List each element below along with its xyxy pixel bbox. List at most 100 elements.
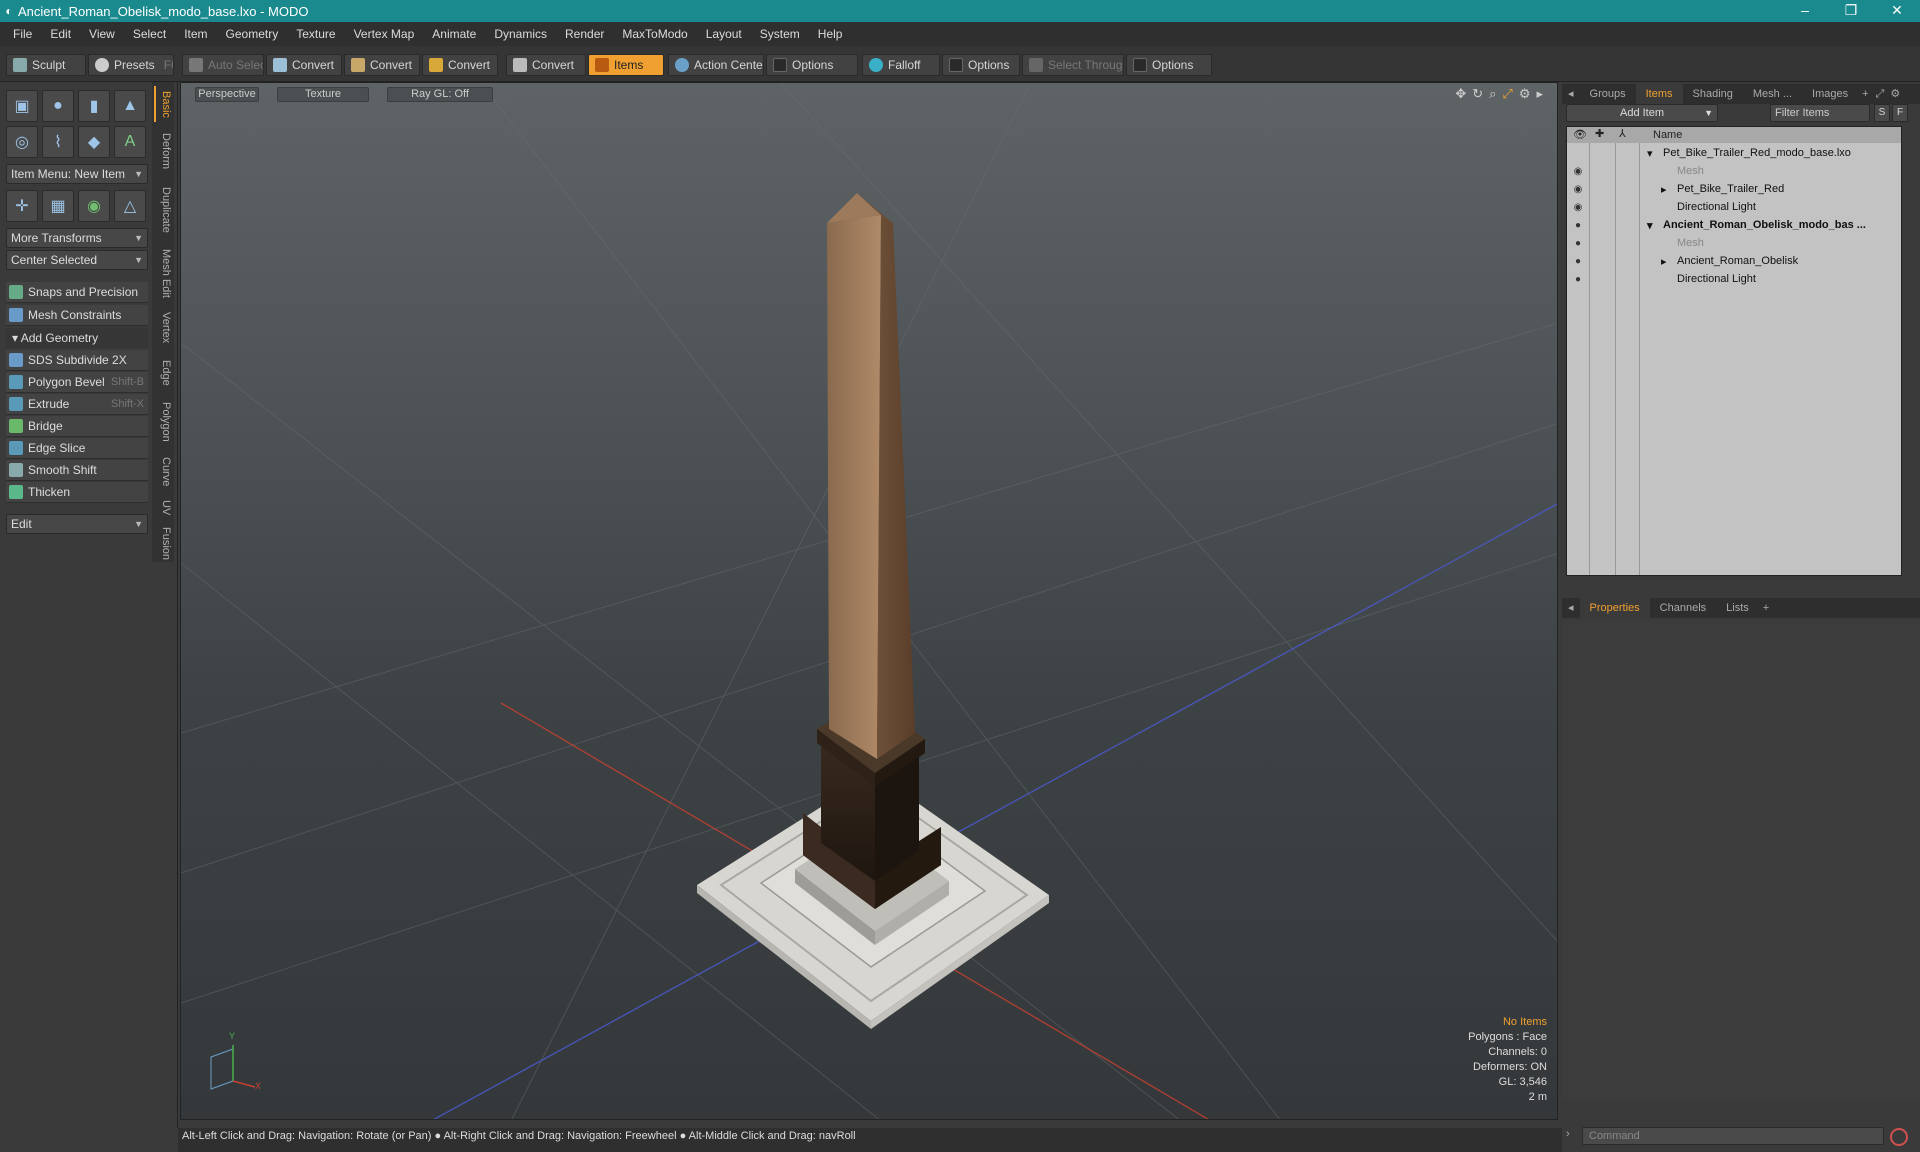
raygl-button[interactable]: Ray GL: Off: [387, 87, 493, 102]
tree-row-light2[interactable]: ● Directional Light: [1567, 270, 1901, 288]
move-icon[interactable]: ✥: [1455, 86, 1466, 102]
menu-layout[interactable]: Layout: [697, 22, 751, 46]
falloff-button[interactable]: Falloff: [862, 54, 940, 76]
expand-icon[interactable]: ▸: [1661, 183, 1667, 196]
auto-select-button[interactable]: Auto Select: [182, 54, 264, 76]
record-icon[interactable]: [1890, 1128, 1908, 1146]
3d-viewport[interactable]: Perspective Texture Ray GL: Off ✥ ↻ ⌕ ⤢ …: [180, 82, 1558, 1120]
convert-button-3[interactable]: Convert: [422, 54, 498, 76]
tab-fusion[interactable]: Fusion: [154, 524, 172, 564]
tab-images[interactable]: Images: [1802, 84, 1858, 104]
zoom-icon[interactable]: ⌕: [1489, 86, 1496, 102]
maximize-icon[interactable]: ⤢: [1873, 84, 1888, 104]
perspective-button[interactable]: Perspective: [195, 87, 259, 102]
extrude-button[interactable]: Extrude Shift-X: [6, 394, 148, 415]
tab-uv[interactable]: UV: [154, 496, 172, 520]
tree-row-mesh2[interactable]: ● Mesh: [1567, 234, 1901, 252]
bridge-button[interactable]: Bridge: [6, 416, 148, 437]
globe-icon[interactable]: ◉: [78, 190, 110, 222]
tree-row-light1[interactable]: ◉ Directional Light: [1567, 198, 1901, 216]
tree-row-mesh1[interactable]: ◉ Mesh: [1567, 162, 1901, 180]
texture-button[interactable]: Texture: [277, 87, 369, 102]
sds-subdivide-button[interactable]: SDS Subdivide 2X: [6, 350, 148, 371]
name-header[interactable]: Name: [1653, 129, 1682, 141]
polygon-bevel-button[interactable]: Polygon Bevel Shift-B: [6, 372, 148, 393]
cone-icon[interactable]: ▲: [114, 90, 146, 122]
torus-icon[interactable]: ◎: [6, 126, 38, 158]
menu-item[interactable]: Item: [175, 22, 216, 46]
text-icon[interactable]: A: [114, 126, 146, 158]
tab-duplicate[interactable]: Duplicate: [154, 180, 172, 240]
minimize-icon[interactable]: –: [1782, 0, 1828, 22]
filter-items-input[interactable]: Filter Items: [1770, 104, 1870, 122]
tab-channels[interactable]: Channels: [1650, 598, 1716, 618]
smooth-shift-button[interactable]: Smooth Shift: [6, 460, 148, 481]
tab-groups[interactable]: Groups: [1580, 84, 1636, 104]
add-geometry-section[interactable]: ▾ Add Geometry: [6, 328, 148, 348]
tab-items[interactable]: Items: [1635, 84, 1683, 104]
chevron-right-icon[interactable]: ▸: [1536, 86, 1543, 102]
mesh-constraints-button[interactable]: Mesh Constraints: [6, 305, 148, 326]
tree-row-scene2[interactable]: ● ▾ Ancient_Roman_Obelisk_modo_bas ...: [1567, 216, 1901, 234]
rotate-icon[interactable]: ↻: [1472, 86, 1483, 102]
tab-mesh-edit[interactable]: Mesh Edit: [154, 244, 172, 302]
menu-help[interactable]: Help: [809, 22, 852, 46]
tab-vertex[interactable]: Vertex: [154, 306, 172, 350]
tab-polygon[interactable]: Polygon: [154, 396, 172, 448]
menu-file[interactable]: File: [4, 22, 41, 46]
eye-icon[interactable]: ◉: [1571, 184, 1585, 195]
gear-icon[interactable]: ⚙: [1519, 86, 1531, 102]
pyramid-icon[interactable]: △: [114, 190, 146, 222]
convert-button-1[interactable]: Convert: [266, 54, 342, 76]
options-button-3[interactable]: Options: [1126, 54, 1212, 76]
convert-button-2[interactable]: Convert: [344, 54, 420, 76]
add-item-dropdown[interactable]: Add Item ▼: [1566, 104, 1718, 122]
tube-icon[interactable]: ⌇: [42, 126, 74, 158]
add-tab-icon[interactable]: +: [1858, 84, 1872, 104]
edit-dropdown[interactable]: Edit ▼: [6, 514, 148, 534]
capsule-icon[interactable]: ◆: [78, 126, 110, 158]
menu-select[interactable]: Select: [124, 22, 175, 46]
tree-row-obelisk[interactable]: ● ▸ Ancient_Roman_Obelisk: [1567, 252, 1901, 270]
add-tab-icon[interactable]: +: [1759, 598, 1773, 618]
tree-row-scene1[interactable]: ▾ Pet_Bike_Trailer_Red_modo_base.lxo: [1567, 144, 1901, 162]
tab-deform[interactable]: Deform: [154, 126, 172, 176]
eye-icon[interactable]: ●: [1571, 220, 1585, 231]
grid-icon[interactable]: ▦: [42, 190, 74, 222]
command-input[interactable]: Command: [1582, 1127, 1884, 1145]
expand-icon[interactable]: ▸: [1661, 255, 1667, 268]
cube-icon[interactable]: ▣: [6, 90, 38, 122]
tab-properties[interactable]: Properties: [1579, 598, 1650, 618]
options-button-2[interactable]: Options: [942, 54, 1020, 76]
menu-geometry[interactable]: Geometry: [217, 22, 288, 46]
filter-s-button[interactable]: S: [1874, 104, 1890, 122]
thicken-button[interactable]: Thicken: [6, 482, 148, 503]
transform-icon[interactable]: ✛: [6, 190, 38, 222]
obelisk-model[interactable]: [697, 193, 1049, 1029]
tab-edge[interactable]: Edge: [154, 354, 172, 392]
menu-render[interactable]: Render: [556, 22, 613, 46]
menu-vertex-map[interactable]: Vertex Map: [345, 22, 424, 46]
expand-icon[interactable]: ▾: [1647, 219, 1653, 232]
restore-icon[interactable]: ❐: [1828, 0, 1874, 22]
eye-icon[interactable]: ●: [1571, 274, 1585, 285]
center-selected-dropdown[interactable]: Center Selected ▼: [6, 250, 148, 270]
menu-maxtomodo[interactable]: MaxToModo: [613, 22, 696, 46]
edge-slice-button[interactable]: Edge Slice: [6, 438, 148, 459]
snaps-precision-button[interactable]: Snaps and Precision: [6, 282, 148, 303]
filter-f-button[interactable]: F: [1892, 104, 1908, 122]
select-through-button[interactable]: Select Through: [1022, 54, 1124, 76]
tab-curve[interactable]: Curve: [154, 452, 172, 492]
item-menu-dropdown[interactable]: Item Menu: New Item ▼: [6, 164, 148, 184]
cylinder-icon[interactable]: ▮: [78, 90, 110, 122]
maximize-icon[interactable]: ⤢: [1502, 86, 1512, 102]
eye-icon[interactable]: ●: [1571, 238, 1585, 249]
eye-icon[interactable]: ◉: [1571, 202, 1585, 213]
gear-icon[interactable]: ⚙: [1887, 84, 1903, 104]
tab-mesh[interactable]: Mesh ...: [1743, 84, 1802, 104]
menu-texture[interactable]: Texture: [287, 22, 344, 46]
eye-icon[interactable]: ●: [1571, 256, 1585, 267]
close-icon[interactable]: ✕: [1874, 0, 1920, 22]
eye-icon[interactable]: ◉: [1571, 166, 1585, 177]
menu-view[interactable]: View: [80, 22, 124, 46]
